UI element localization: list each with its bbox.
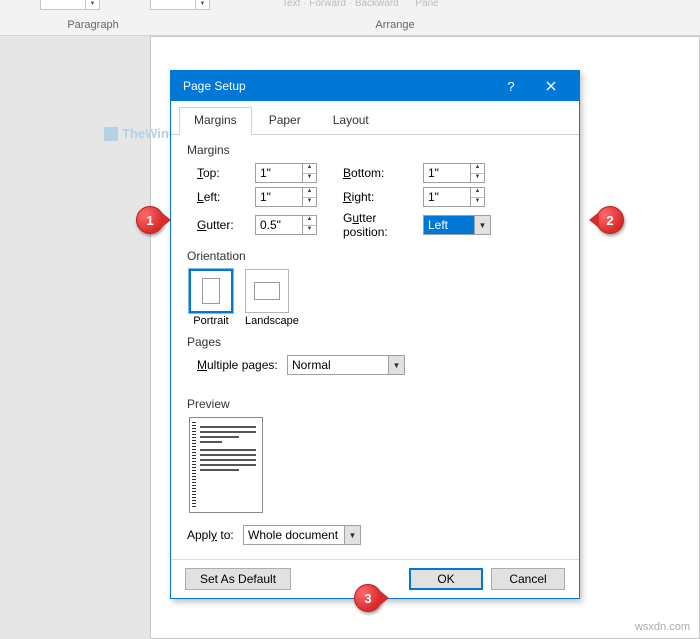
label-apply-to: Apply to: [187,528,243,542]
label-right: Right: [343,190,423,204]
section-pages: Pages [187,335,563,349]
spinner-icon[interactable]: ▲▼ [470,188,484,206]
ribbon-spinner-1[interactable]: ▲▼ [40,0,100,10]
callout-2: 2 [596,206,624,234]
ribbon-faded: Text · Forward · Backward Pane [282,0,439,9]
preview-thumbnail [189,417,263,513]
input-gutter[interactable]: 0.5" ▲▼ [255,215,317,235]
input-left[interactable]: 1" ▲▼ [255,187,317,207]
label-left: Left: [197,190,255,204]
image-credit: wsxdn.com [635,621,690,633]
set-as-default-button[interactable]: Set As Default [185,568,291,590]
label-multiple-pages: Multiple pages: [197,358,287,372]
close-icon [546,81,556,91]
orientation-landscape[interactable]: Landscape [245,269,299,327]
label-bottom: Bottom: [343,166,423,180]
spinner-icon[interactable]: ▲▼ [470,164,484,182]
dialog-titlebar[interactable]: Page Setup ? [171,71,579,101]
tab-paper[interactable]: Paper [254,107,316,134]
label-gutter: Gutter: [197,218,255,232]
help-button[interactable]: ? [491,71,531,101]
dialog-title: Page Setup [183,79,491,93]
ribbon-background: ▲▼ ▲▼ Paragraph Arrange Text · Forward ·… [0,0,700,36]
section-orientation: Orientation [187,249,563,263]
spinner-icon[interactable]: ▲▼ [302,216,316,234]
chevron-down-icon[interactable]: ▼ [474,216,490,234]
section-margins: Margins [187,143,563,157]
orientation-portrait[interactable]: Portrait [189,269,233,327]
cancel-button[interactable]: Cancel [491,568,565,590]
ribbon-spinner-2[interactable]: ▲▼ [150,0,210,10]
ribbon-group-arrange: Arrange [360,19,430,31]
label-gutter-position: Gutter position: [343,211,423,239]
callout-1: 1 [136,206,164,234]
label-top: Top: [197,166,255,180]
tab-layout[interactable]: Layout [318,107,384,134]
spinner-icon[interactable]: ▲▼ [302,164,316,182]
select-multiple-pages[interactable]: Normal ▼ [287,355,405,375]
tab-margins[interactable]: Margins [179,107,252,135]
ok-button[interactable]: OK [409,568,483,590]
input-bottom[interactable]: 1" ▲▼ [423,163,485,183]
chevron-down-icon[interactable]: ▼ [388,356,404,374]
select-apply-to[interactable]: Whole document ▼ [243,525,361,545]
ribbon-group-paragraph: Paragraph [58,19,128,31]
section-preview: Preview [187,397,563,411]
select-gutter-position[interactable]: Left ▼ [423,215,491,235]
callout-3: 3 [354,584,382,612]
landscape-icon [254,282,280,300]
dialog-tabs: Margins Paper Layout [171,101,579,135]
portrait-icon [202,278,220,304]
input-right[interactable]: 1" ▲▼ [423,187,485,207]
close-button[interactable] [531,71,571,101]
spinner-icon[interactable]: ▲▼ [302,188,316,206]
page-setup-dialog: Page Setup ? Margins Paper Layout Margin… [170,70,580,599]
input-top[interactable]: 1" ▲▼ [255,163,317,183]
chevron-down-icon[interactable]: ▼ [344,526,360,544]
